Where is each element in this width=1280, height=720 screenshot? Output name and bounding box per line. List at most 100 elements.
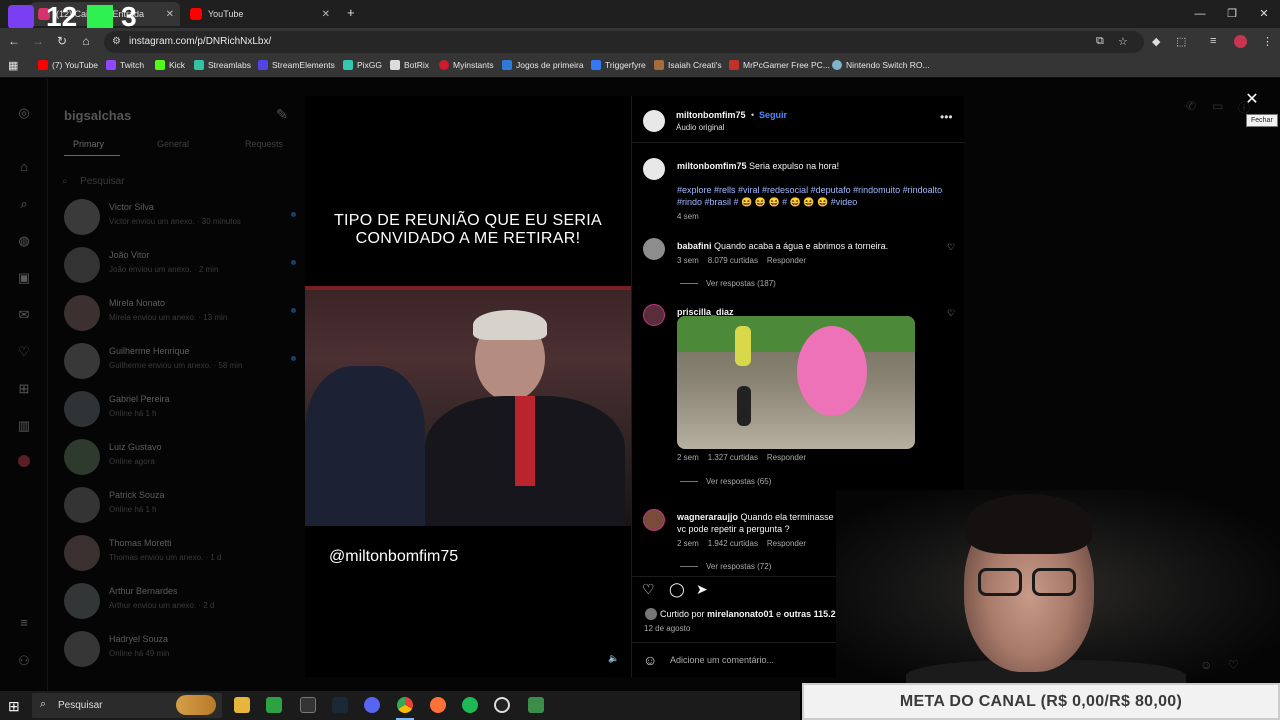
obs-icon[interactable] [494,697,510,713]
conversation-item[interactable]: Thomas Moretti Thomas enviou um anexo. · … [64,531,296,575]
liker-avatar[interactable] [645,608,657,620]
view-replies-button[interactable]: Ver respostas (72) [680,562,771,571]
conversation-item[interactable]: Mirela Nonato Mirela enviou um anexo. · 1… [64,291,296,335]
bookmark-youtube[interactable]: (7) YouTube [38,60,98,70]
close-tab-icon[interactable]: ✕ [166,9,174,20]
explore-nav-icon[interactable]: ◍ [16,233,32,249]
bookmark-kick[interactable]: Kick [155,60,185,70]
windows-start-icon[interactable]: ⊞ [8,698,20,715]
bookmark-mrpcgamer[interactable]: MrPcGamer Free PC... [729,60,830,70]
liked-by-user[interactable]: mirelanonato01 [707,609,774,619]
bookmark-star-icon[interactable]: ☆ [1118,35,1128,48]
conversation-item[interactable]: Hadryel Souza Online há 49 min [64,627,296,671]
comment-likes[interactable]: 1.327 curtidas [708,453,758,462]
steam-icon[interactable] [332,697,348,713]
threads-nav-icon[interactable]: ⚇ [16,653,32,669]
caption-hashtags[interactable]: #explore #rells #viral #redesocial #depu… [677,184,947,208]
tab-requests[interactable]: Requests [245,139,283,149]
reel-video[interactable]: TIPO DE REUNIÃO QUE EU SERIA CONVIDADO A… [305,96,631,677]
profile-avatar-icon[interactable] [1234,35,1247,48]
comment-username[interactable]: wagneraraujjo [677,512,738,522]
conversation-item[interactable]: Victor Silva Victor enviou um anexo. · 30… [64,195,296,239]
comment-username[interactable]: babafini [677,241,712,251]
close-tab-icon[interactable]: ✕ [322,9,330,20]
conversation-item[interactable]: Arthur Bernardes Arthur enviou um anexo. … [64,579,296,623]
bookmark-twitch[interactable]: Twitch [106,60,144,70]
bookmark-myinstants[interactable]: Myinstants [439,60,494,70]
chrome-icon[interactable] [397,697,413,713]
install-app-icon[interactable]: ⧉ [1096,35,1104,48]
reels-nav-icon[interactable]: ▣ [16,270,32,286]
apps-grid-icon[interactable]: ▦ [8,59,18,72]
more-options-icon[interactable]: ••• [940,110,953,124]
file-explorer-icon[interactable] [234,697,250,713]
address-bar[interactable]: ⚙ instagram.com/p/DNRichNxLbx/ [104,31,1144,53]
home-nav-icon[interactable]: ⌂ [16,159,32,175]
home-icon[interactable]: ⌂ [78,34,94,48]
xbox-icon[interactable] [266,697,282,713]
like-post-icon[interactable]: ♡ [642,581,655,598]
bookmark-jogos[interactable]: Jogos de primeira [502,60,584,70]
comment-avatar[interactable] [643,509,665,531]
bookmark-streamelements[interactable]: StreamElements [258,60,335,70]
back-icon[interactable]: ← [6,34,22,48]
bookmark-botrix[interactable]: BotRix [390,60,429,70]
like-comment-icon[interactable]: ♡ [947,308,955,319]
discord-icon[interactable] [364,697,380,713]
video-call-icon[interactable]: ▭ [1212,99,1223,113]
follow-button[interactable]: Seguir [759,110,787,120]
messages-nav-icon[interactable]: ✉ [16,307,32,323]
view-replies-button[interactable]: Ver respostas (187) [680,279,776,288]
profile-nav-icon[interactable] [18,455,30,467]
add-comment-input[interactable]: Adicione um comentário... [670,655,774,665]
extension-icon[interactable]: ◆ [1152,35,1160,48]
like-comment-icon[interactable]: ♡ [947,242,955,253]
conversation-item[interactable]: Guilherme Henrique Guilherme enviou um an… [64,339,296,383]
notifications-nav-icon[interactable]: ♡ [16,344,32,360]
minimize-icon[interactable]: — [1184,0,1216,28]
app-icon[interactable] [528,697,544,713]
new-message-icon[interactable]: ✎ [276,106,288,123]
comment-gif-image[interactable] [677,316,915,449]
conversation-item[interactable]: Luiz Gustavo Online agora [64,435,296,479]
view-replies-button[interactable]: Ver respostas (65) [680,477,771,486]
reply-button[interactable]: Responder [767,539,806,548]
restore-icon[interactable]: ❐ [1216,0,1248,28]
site-info-icon[interactable]: ⚙ [112,36,121,47]
comment-avatar[interactable] [643,304,665,326]
mute-icon[interactable]: 🔈 [607,653,621,667]
emoji-icon[interactable]: ☺ [643,652,657,668]
comment-avatar[interactable] [643,238,665,260]
dashboard-nav-icon[interactable]: ▥ [16,418,32,434]
dm-search-input[interactable]: ⌕ Pesquisar [62,171,292,191]
instagram-logo-icon[interactable]: ◎ [16,105,32,121]
close-icon[interactable]: ✕ [1243,89,1261,109]
caption-username[interactable]: miltonbomfim75 [677,161,747,171]
create-nav-icon[interactable]: ⊞ [16,381,32,397]
tab-primary[interactable]: Primary [73,139,104,149]
conversation-item[interactable]: Gabriel Pereira Online há 1 h [64,387,296,431]
firefox-icon[interactable] [430,697,446,713]
new-tab-icon[interactable]: + [347,5,355,20]
reload-icon[interactable]: ↻ [54,34,70,48]
reading-list-icon[interactable]: ≡ [1210,35,1216,47]
close-window-icon[interactable]: ✕ [1248,0,1280,28]
menu-dots-icon[interactable]: ⋮ [1262,35,1273,48]
epic-games-icon[interactable] [300,697,316,713]
author-avatar[interactable] [643,110,665,132]
tab-general[interactable]: General [157,139,189,149]
bookmark-nintendo[interactable]: Nintendo Switch RO... [832,60,930,70]
more-menu-icon[interactable]: ≡ [16,615,32,631]
audio-label[interactable]: Áudio original [676,123,724,132]
comment-likes[interactable]: 8.079 curtidas [708,256,758,265]
search-highlight-icon[interactable] [176,695,216,715]
caption-avatar[interactable] [643,158,665,180]
tab-youtube[interactable]: YouTube ✕ [182,2,336,26]
conversation-item[interactable]: Patrick Souza Online há 1 h [64,483,296,527]
comment-likes[interactable]: 1.942 curtidas [708,539,758,548]
share-icon[interactable]: ➤ [696,581,708,598]
author-username[interactable]: miltonbomfim75 [676,110,746,120]
reply-button[interactable]: Responder [767,453,806,462]
reply-button[interactable]: Responder [767,256,806,265]
extensions-puzzle-icon[interactable]: ⬚ [1176,35,1186,48]
